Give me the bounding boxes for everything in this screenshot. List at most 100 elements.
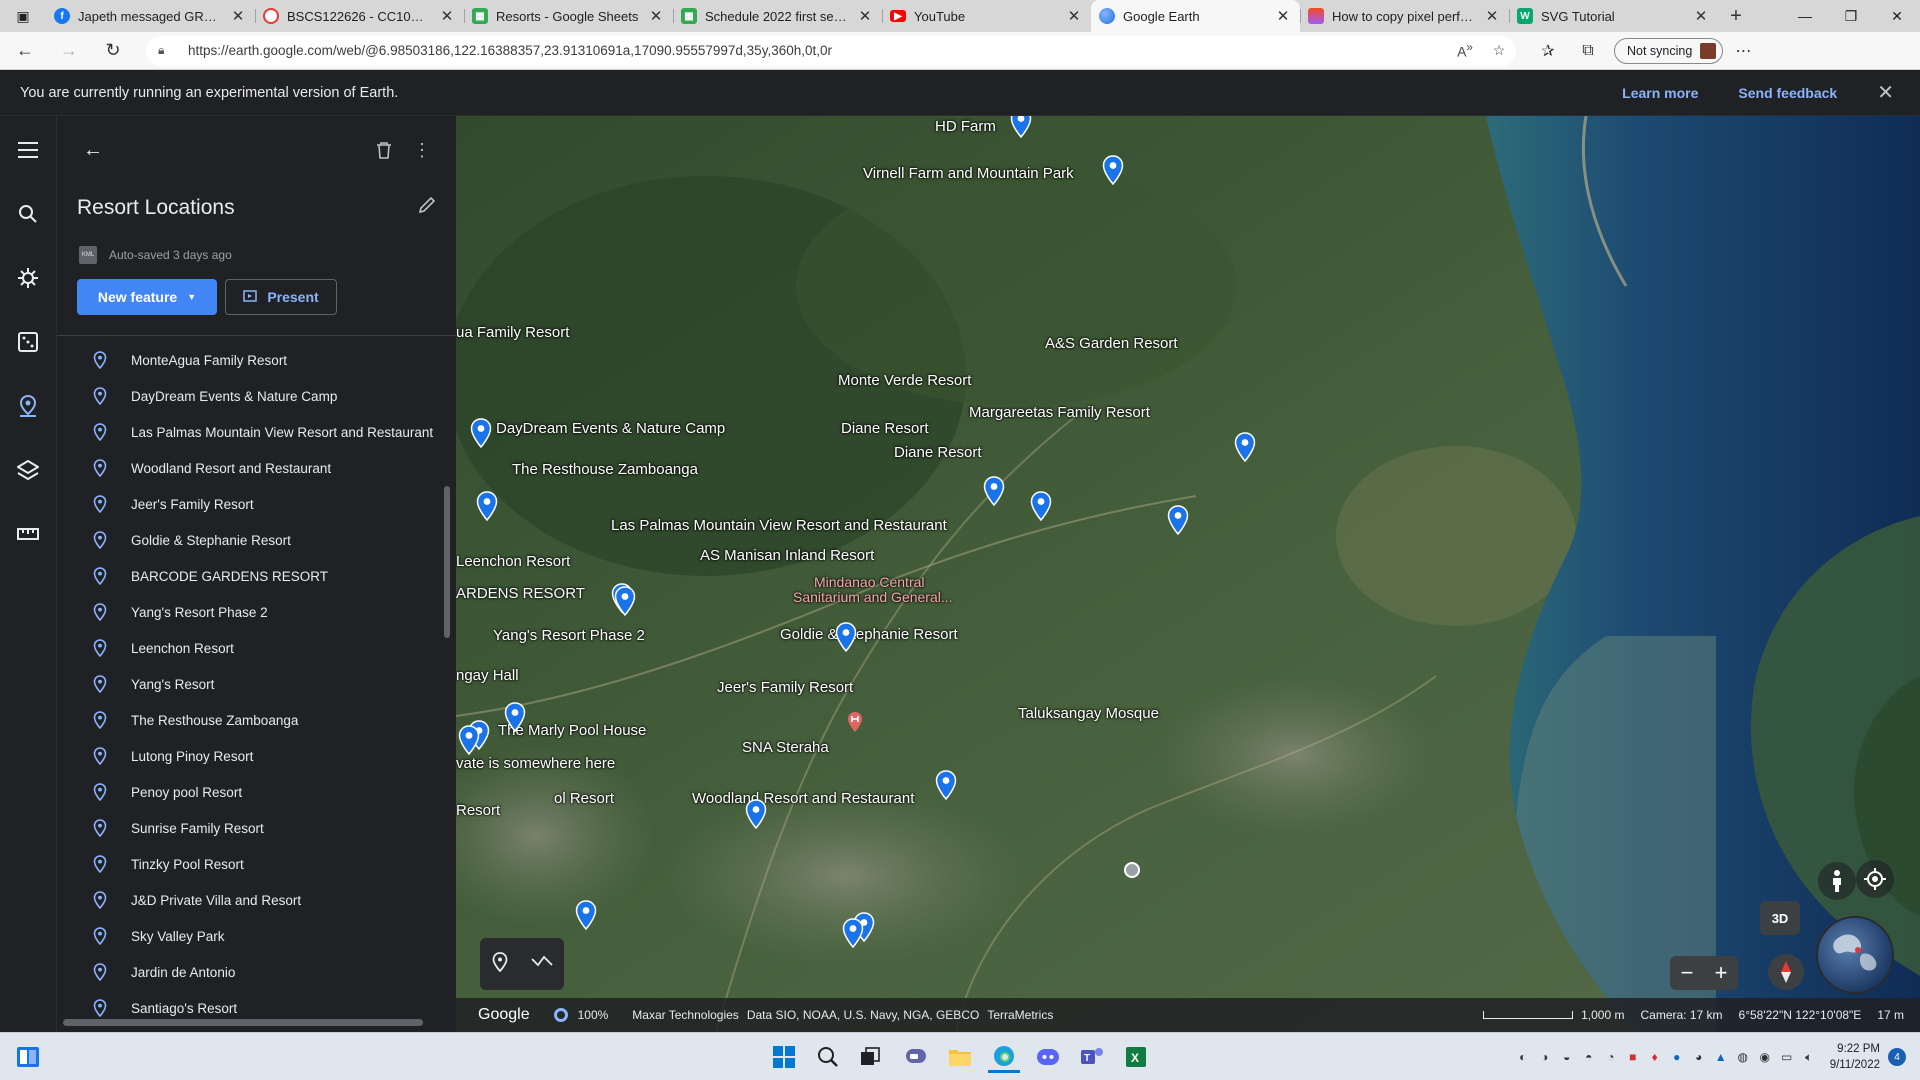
zoom-out-button[interactable]: − [1681, 960, 1694, 986]
tray-app-icon[interactable]: ◓ [1578, 1046, 1600, 1068]
start-icon[interactable] [768, 1041, 800, 1073]
more-vert-icon[interactable]: ⋮ [402, 140, 442, 161]
browser-tab[interactable]: BSCS122626 - CC105 (CS3 ✕ [255, 0, 464, 32]
map-placemark-pin[interactable] [842, 918, 864, 949]
tray-app-icon[interactable]: ◔ [1600, 1046, 1622, 1068]
place-label[interactable]: ol Resort [554, 790, 614, 807]
minimize-icon[interactable]: — [1782, 0, 1828, 32]
tray-app-icon[interactable]: ◑ [1534, 1046, 1556, 1068]
browser-tab[interactable]: ▦ Resorts - Google Sheets ✕ [464, 0, 673, 32]
trash-icon[interactable] [366, 141, 402, 159]
close-window-icon[interactable]: ✕ [1874, 0, 1920, 32]
place-label[interactable]: ARDENS RESORT [456, 585, 585, 602]
hospital-icon[interactable] [847, 712, 863, 732]
feature-list-item[interactable]: Goldie & Stephanie Resort [57, 522, 443, 558]
projects-icon[interactable] [6, 384, 50, 428]
place-label[interactable]: Goldie & Stephanie Resort [780, 626, 958, 643]
lock-icon[interactable]: 🔒︎ [158, 43, 178, 58]
send-feedback-link[interactable]: Send feedback [1738, 85, 1837, 101]
tray-app-icon[interactable]: ◍ [1732, 1046, 1754, 1068]
measure-icon[interactable] [6, 512, 50, 556]
map-placemark-pin[interactable] [504, 702, 526, 733]
feature-list-item[interactable]: MonteAgua Family Resort [57, 342, 443, 378]
close-tab-icon[interactable]: ✕ [647, 7, 665, 25]
map-placemark-pin[interactable] [575, 900, 597, 931]
browser-tab[interactable]: ▶ YouTube ✕ [882, 0, 1091, 32]
feature-list-item[interactable]: BARCODE GARDENS RESORT [57, 558, 443, 594]
place-label[interactable]: The Resthouse Zamboanga [512, 461, 698, 478]
profile-sync-button[interactable]: Not syncing [1614, 37, 1724, 64]
clock[interactable]: 9:22 PM 9/11/2022 [1830, 1041, 1880, 1073]
edit-pencil-icon[interactable] [418, 196, 436, 219]
feature-list-item[interactable]: Yang's Resort [57, 666, 443, 702]
discord-icon[interactable] [1032, 1041, 1064, 1073]
pegman-icon[interactable] [1818, 862, 1856, 900]
close-banner-icon[interactable]: ✕ [1877, 80, 1894, 105]
browser-tab[interactable]: How to copy pixel perfect ✕ [1300, 0, 1509, 32]
close-tab-icon[interactable]: ✕ [229, 7, 247, 25]
place-label[interactable]: Monte Verde Resort [838, 372, 971, 389]
map-placemark-pin[interactable] [470, 418, 492, 449]
map-placemark-pin[interactable] [458, 725, 480, 756]
collections-icon[interactable]: ⧉ [1568, 42, 1608, 60]
tray-app-icon[interactable]: ◉ [1754, 1046, 1776, 1068]
map-placemark-pin[interactable] [935, 770, 957, 801]
tray-app-icon[interactable]: ◕ [1688, 1046, 1710, 1068]
menu-icon[interactable] [6, 128, 50, 172]
add-placemark-icon[interactable] [492, 951, 508, 977]
place-label[interactable]: DayDream Events & Nature Camp [496, 420, 725, 437]
file-explorer-icon[interactable] [944, 1041, 976, 1073]
feature-list-item[interactable]: Las Palmas Mountain View Resort and Rest… [57, 414, 443, 450]
close-tab-icon[interactable]: ✕ [856, 7, 874, 25]
search-icon[interactable] [812, 1041, 844, 1073]
back-arrow-icon[interactable]: ← [6, 36, 44, 66]
url-text[interactable]: https://earth.google.com/web/@6.98503186… [188, 43, 1448, 58]
voyager-icon[interactable] [6, 256, 50, 300]
new-feature-button[interactable]: New feature ▼ [77, 279, 217, 315]
favorites-icon[interactable]: ✰ [1528, 41, 1568, 61]
place-label[interactable]: A&S Garden Resort [1045, 335, 1178, 352]
place-label[interactable]: Leenchon Resort [456, 553, 570, 570]
feature-list-item[interactable]: The Resthouse Zamboanga [57, 702, 443, 738]
teams-chat-icon[interactable] [900, 1041, 932, 1073]
place-label[interactable]: vate is somewhere here [456, 755, 615, 772]
close-tab-icon[interactable]: ✕ [1065, 7, 1083, 25]
browser-tab[interactable]: ▦ Schedule 2022 first sem - ✕ [673, 0, 882, 32]
feeling-lucky-icon[interactable] [6, 320, 50, 364]
map-placemark-pin[interactable] [745, 799, 767, 830]
scale-indicator[interactable]: 1,000 m [1483, 1008, 1624, 1022]
map-placemark-pin[interactable] [1167, 505, 1189, 536]
browser-tab[interactable]: W SVG Tutorial ✕ [1509, 0, 1718, 32]
tab-actions-icon[interactable]: ▣ [0, 0, 46, 32]
place-label[interactable]: Diane Resort [841, 420, 929, 437]
map-placemark-pin[interactable] [835, 622, 857, 653]
mini-globe[interactable] [1816, 916, 1894, 994]
restore-icon[interactable]: ❐ [1828, 0, 1874, 32]
feature-list-item[interactable]: J&D Private Villa and Resort [57, 882, 443, 918]
compass-icon[interactable] [1768, 954, 1804, 990]
feature-list-item[interactable]: Leenchon Resort [57, 630, 443, 666]
tray-app-icon[interactable]: ◒ [1556, 1046, 1578, 1068]
feature-list-item[interactable]: Jeer's Family Resort [57, 486, 443, 522]
notification-badge[interactable]: 4 [1888, 1048, 1906, 1066]
place-label[interactable]: ua Family Resort [456, 324, 569, 341]
feature-list-item[interactable]: Tinzky Pool Resort [57, 846, 443, 882]
edge-icon[interactable] [988, 1041, 1020, 1073]
place-label[interactable]: Margareetas Family Resort [969, 404, 1150, 421]
place-label[interactable]: Diane Resort [894, 444, 982, 461]
feature-list-item[interactable]: Santiago's Resort [57, 990, 443, 1020]
my-location-icon[interactable] [1856, 860, 1894, 898]
map-placemark-pin[interactable] [614, 586, 636, 617]
excel-icon[interactable]: X [1120, 1041, 1152, 1073]
satellite-map[interactable]: HD Farm Virnell Farm and Mountain Park ua … [456, 116, 1920, 1032]
place-label[interactable]: AS Manisan Inland Resort [700, 547, 874, 564]
hospital-label[interactable]: Mindanao Central [814, 574, 925, 590]
more-options-icon[interactable]: ⋯ [1723, 41, 1763, 61]
tray-app-icon[interactable]: ● [1666, 1046, 1688, 1068]
feature-list-item[interactable]: Sunrise Family Resort [57, 810, 443, 846]
search-icon[interactable] [6, 192, 50, 236]
feature-list-item[interactable]: Jardin de Antonio [57, 954, 443, 990]
close-tab-icon[interactable]: ✕ [438, 7, 456, 25]
vertical-scrollbar[interactable] [444, 486, 450, 638]
browser-tab[interactable]: f Japeth messaged GROUP ✕ [46, 0, 255, 32]
